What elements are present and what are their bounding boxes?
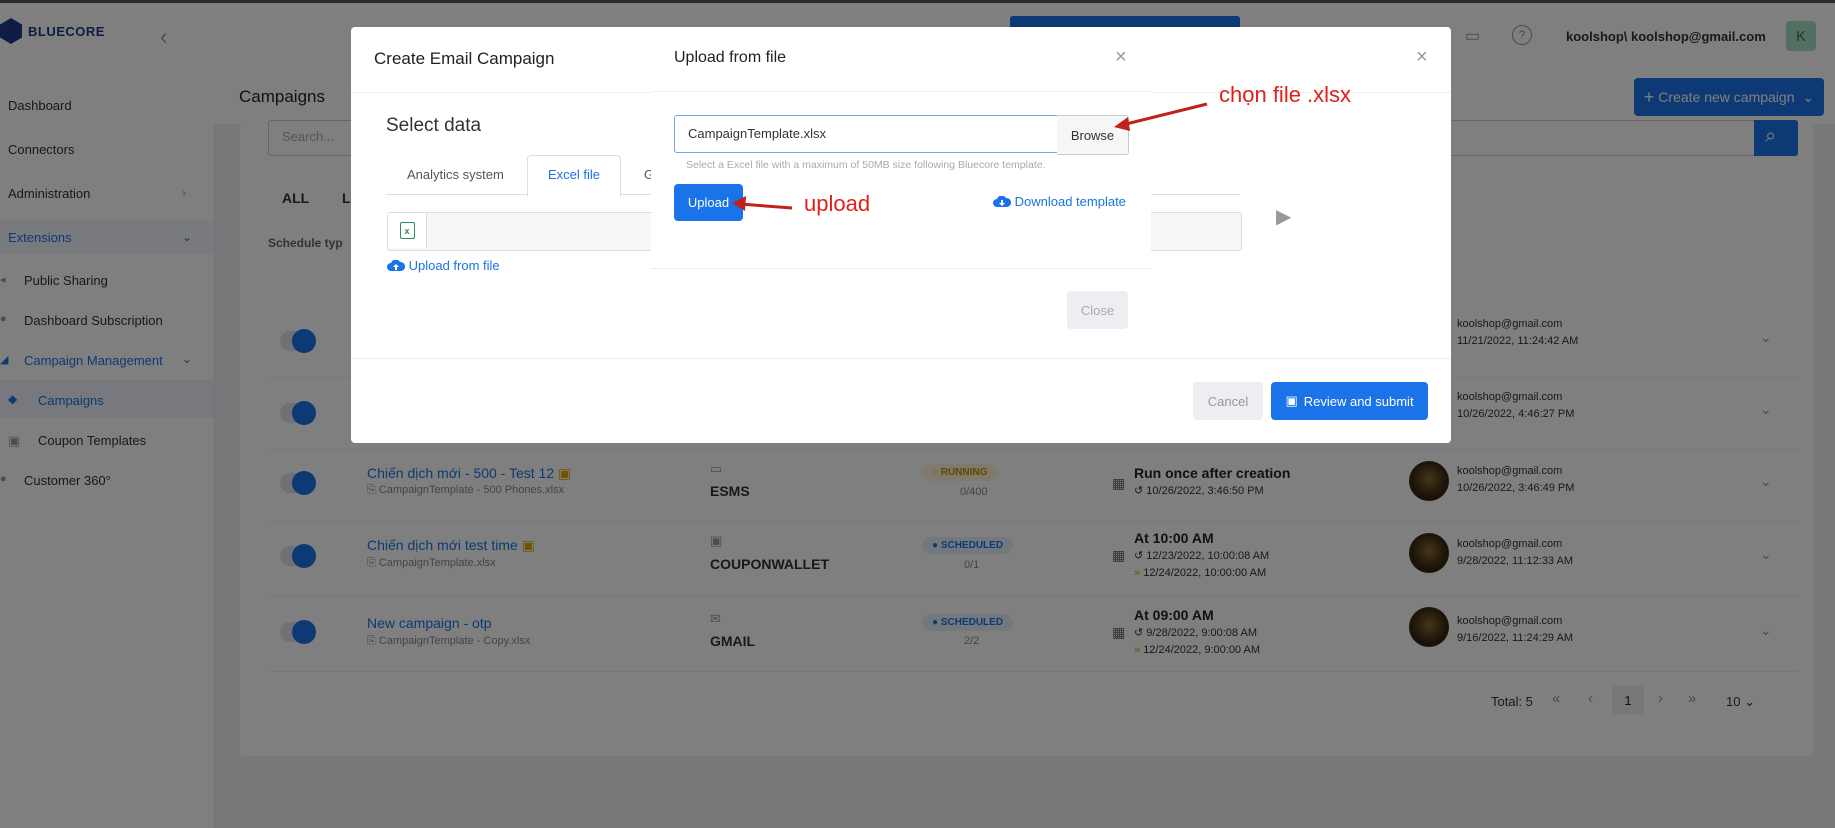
- upload-arrow-head: [732, 196, 746, 211]
- browse-arrow-head: [1114, 117, 1130, 131]
- upload-arrow-line: [739, 202, 793, 210]
- browse-arrow-line: [1121, 102, 1208, 127]
- annotation-arrows: [732, 102, 1208, 211]
- annotation-upload: upload: [804, 191, 871, 216]
- annotation-choose-file: chọn file .xlsx: [1219, 82, 1352, 107]
